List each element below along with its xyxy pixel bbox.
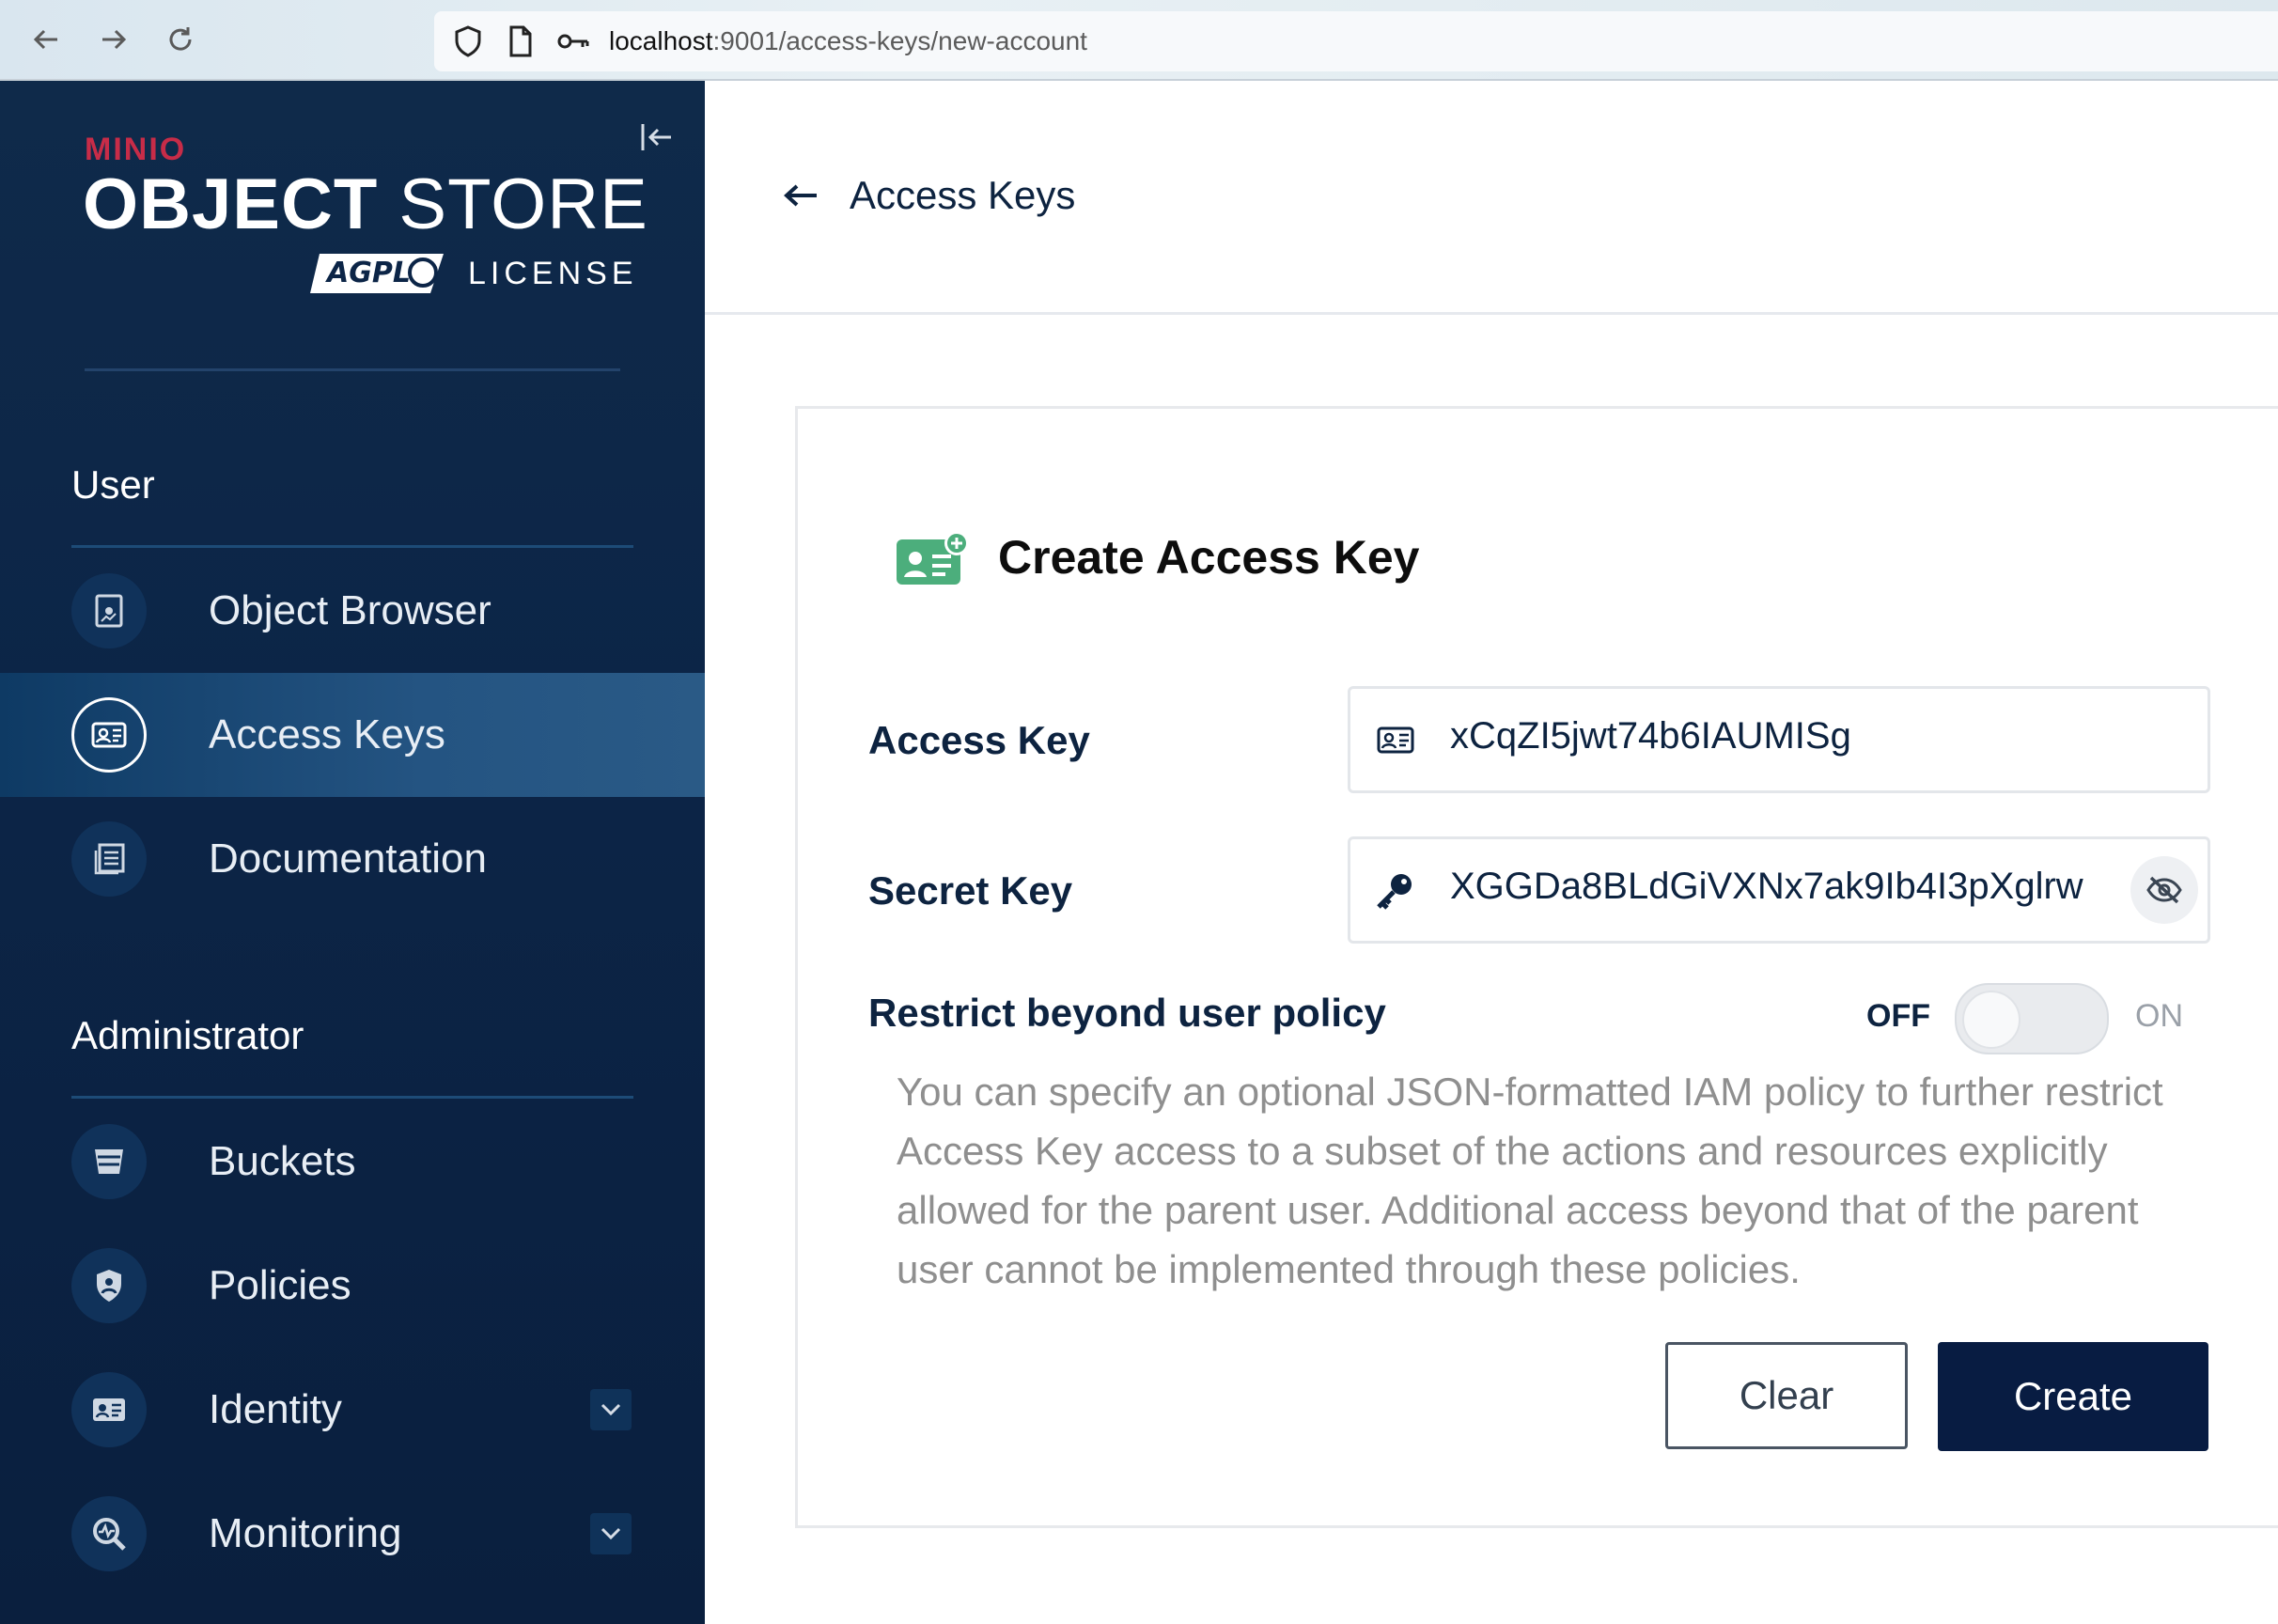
add-access-key-icon	[897, 531, 969, 585]
key-permission-icon[interactable]	[554, 23, 592, 60]
page-header: Access Keys	[705, 81, 2278, 315]
svg-text:AGPL: AGPL	[325, 257, 411, 289]
clear-button[interactable]: Clear	[1665, 1342, 1908, 1449]
section-divider	[71, 1096, 633, 1099]
id-card-icon	[1373, 717, 1418, 762]
sidebar-item-identity[interactable]: Identity	[0, 1348, 705, 1472]
section-heading-user: User	[71, 462, 155, 507]
sidebar-item-object-browser[interactable]: Object Browser	[0, 549, 705, 673]
policy-help-text: You can specify an optional JSON-formatt…	[897, 1070, 2163, 1291]
identity-icon	[71, 1372, 147, 1447]
access-keys-icon	[71, 697, 147, 773]
documentation-icon	[71, 821, 147, 897]
access-key-value: xCqZI5jwt74b6IAUMISg	[1450, 715, 1851, 757]
browser-toolbar: localhost:9001/access-keys/new-account	[0, 0, 2278, 81]
sidebar-item-label: Monitoring	[209, 1510, 402, 1556]
restrict-policy-label: Restrict beyond user policy	[868, 991, 1386, 1035]
address-bar[interactable]: localhost:9001/access-keys/new-account	[434, 11, 2278, 71]
object-browser-icon	[71, 573, 147, 648]
sidebar-item-label: Identity	[209, 1386, 342, 1432]
sidebar-item-buckets[interactable]: Buckets	[0, 1100, 705, 1224]
sidebar-item-label: Policies	[209, 1262, 351, 1308]
section-heading-administrator: Administrator	[71, 1013, 304, 1057]
sidebar-item-label: Object Browser	[209, 587, 491, 633]
back-link-access-keys[interactable]: Access Keys	[850, 173, 1075, 218]
toggle-visibility-eye-off-icon[interactable]	[2130, 856, 2198, 924]
reload-icon[interactable]	[160, 19, 201, 60]
policies-icon	[71, 1248, 147, 1323]
sidebar-item-policies[interactable]: Policies	[0, 1224, 705, 1348]
logo-divider	[85, 368, 620, 371]
toggle-off-label: OFF	[1866, 998, 1930, 1034]
sidebar-item-documentation[interactable]: Documentation	[0, 797, 705, 921]
key-icon	[1373, 867, 1418, 913]
back-nav-icon[interactable]	[26, 19, 68, 60]
license-label: LICENSE	[468, 256, 638, 291]
secret-key-label: Secret Key	[868, 868, 1073, 913]
monitoring-icon	[71, 1496, 147, 1571]
sidebar-item-access-keys[interactable]: Access Keys	[0, 673, 705, 797]
collapse-sidebar-icon[interactable]	[635, 117, 677, 158]
sidebar-item-monitoring[interactable]: Monitoring	[0, 1472, 705, 1596]
agpl-badge-logo: AGPL	[310, 254, 444, 293]
toggle-on-label: ON	[2135, 998, 2183, 1034]
sidebar-item-label: Documentation	[209, 835, 487, 882]
secret-key-value: XGGDa8BLdGiVXNx7ak9Ib4I3pXglrw	[1450, 866, 2083, 907]
sidebar-item-label: Buckets	[209, 1138, 356, 1184]
sidebar: MINIO OBJECT STORE AGPL LICENSE User Obj…	[0, 81, 705, 1624]
access-key-label: Access Key	[868, 718, 1090, 762]
url-text: localhost:9001/access-keys/new-account	[609, 26, 1087, 55]
secret-key-field[interactable]: XGGDa8BLdGiVXNx7ak9Ib4I3pXglrw	[1348, 836, 2210, 944]
back-arrow-icon[interactable]	[780, 175, 821, 216]
product-title: OBJECT STORE	[83, 164, 648, 244]
sidebar-item-label: Access Keys	[209, 711, 445, 757]
shield-icon	[449, 23, 487, 60]
chevron-down-icon[interactable]	[590, 1389, 632, 1430]
restrict-policy-toggle[interactable]	[1955, 983, 2109, 1054]
buckets-icon	[71, 1124, 147, 1199]
page-icon	[502, 23, 539, 60]
access-key-field[interactable]: xCqZI5jwt74b6IAUMISg	[1348, 686, 2210, 793]
form-title: Create Access Key	[998, 531, 1420, 584]
section-divider	[71, 545, 633, 548]
forward-nav-icon[interactable]	[92, 19, 133, 60]
create-button[interactable]: Create	[1938, 1342, 2208, 1451]
chevron-down-icon[interactable]	[590, 1513, 632, 1554]
toggle-knob	[1962, 991, 2021, 1049]
